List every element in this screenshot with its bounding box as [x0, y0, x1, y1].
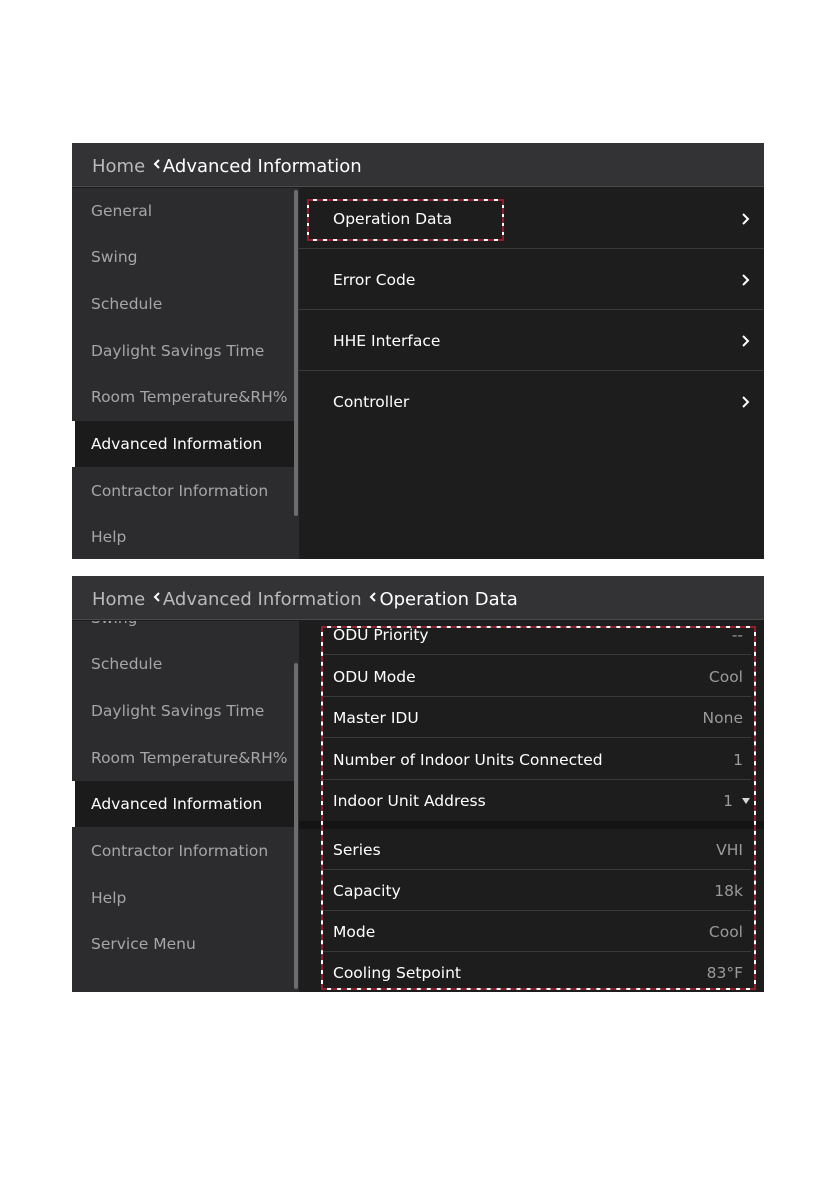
menu-item-label: HHE Interface	[333, 332, 441, 350]
data-label: Capacity	[333, 882, 401, 900]
operation-data-screen: Home Advanced Information Operation Data…	[72, 576, 764, 992]
sidebar-item-schedule[interactable]: Schedule	[72, 641, 294, 687]
chevron-right-icon	[742, 213, 750, 225]
menu-item-operation-data[interactable]: Operation Data	[299, 188, 764, 249]
data-value: 83°F	[706, 964, 743, 982]
chevron-left-icon	[153, 592, 160, 602]
menu-item-label: Controller	[333, 393, 410, 411]
caret-down-icon[interactable]	[741, 797, 751, 805]
chevron-right-icon	[742, 335, 750, 347]
data-label: Master IDU	[333, 709, 419, 727]
data-row-indoor-units-connected: Number of Indoor Units Connected 1	[321, 739, 751, 780]
data-row-master-idu: Master IDU None	[321, 697, 751, 738]
sidebar-item-contractor-information[interactable]: Contractor Information	[72, 828, 294, 874]
header-bar: Home Advanced Information Operation Data	[72, 576, 764, 620]
data-value: Cool	[708, 668, 743, 686]
chevron-right-icon	[742, 274, 750, 286]
sidebar-item-schedule[interactable]: Schedule	[72, 281, 294, 327]
sidebar-item-swing[interactable]: Swing	[72, 621, 294, 641]
breadcrumb-home[interactable]: Home	[92, 589, 145, 610]
sidebar-item-room-temperature[interactable]: Room Temperature&RH%	[72, 735, 294, 781]
data-label: Series	[333, 841, 381, 859]
data-value: None	[702, 709, 743, 727]
sidebar-scrollbar[interactable]	[294, 190, 298, 516]
chevron-right-icon	[742, 396, 750, 408]
sidebar-item-daylight-savings-time[interactable]: Daylight Savings Time	[72, 688, 294, 734]
sidebar: Swing Schedule Daylight Savings Time Roo…	[72, 621, 299, 992]
group-divider	[299, 821, 764, 829]
data-row-odu-mode: ODU Mode Cool	[321, 656, 751, 697]
data-label: Mode	[333, 923, 376, 941]
sidebar-item-swing[interactable]: Swing	[72, 234, 294, 280]
data-value: 1	[723, 792, 733, 810]
sidebar: General Swing Schedule Daylight Savings …	[72, 188, 299, 559]
data-row-capacity: Capacity 18k	[321, 870, 751, 911]
breadcrumb: Home Advanced Information	[92, 143, 362, 187]
breadcrumb-home[interactable]: Home	[92, 156, 145, 177]
breadcrumb-advanced-information: Advanced Information	[162, 156, 362, 177]
sidebar-item-room-temperature[interactable]: Room Temperature&RH%	[72, 374, 294, 420]
menu-item-controller[interactable]: Controller	[299, 371, 764, 432]
data-value: --	[731, 626, 743, 644]
breadcrumb-advanced-information[interactable]: Advanced Information	[163, 589, 362, 610]
sidebar-scrollbar[interactable]	[294, 663, 298, 989]
header-bar: Home Advanced Information	[72, 143, 764, 187]
breadcrumb-operation-data: Operation Data	[379, 589, 518, 610]
data-row-series: Series VHI	[321, 829, 751, 870]
breadcrumb: Home Advanced Information Operation Data	[92, 576, 518, 620]
sidebar-item-help[interactable]: Help	[72, 514, 294, 559]
data-row-indoor-unit-address[interactable]: Indoor Unit Address 1	[321, 780, 751, 821]
data-label: Number of Indoor Units Connected	[333, 751, 603, 769]
data-value: 1	[733, 751, 743, 769]
menu-item-hhe-interface[interactable]: HHE Interface	[299, 310, 764, 371]
menu-item-label: Operation Data	[333, 210, 453, 228]
sidebar-item-advanced-information[interactable]: Advanced Information	[72, 421, 294, 467]
menu-item-error-code[interactable]: Error Code	[299, 249, 764, 310]
data-value: 18k	[714, 882, 743, 900]
operation-data-list: ODU Priority -- ODU Mode Cool Master IDU…	[299, 621, 764, 992]
sidebar-item-help[interactable]: Help	[72, 875, 294, 921]
sidebar-item-general[interactable]: General	[72, 188, 294, 234]
data-label: ODU Mode	[333, 668, 416, 686]
data-label: Cooling Setpoint	[333, 964, 461, 982]
menu-item-label: Error Code	[333, 271, 416, 289]
data-value: VHI	[716, 841, 743, 859]
data-value: Cool	[708, 923, 743, 941]
data-row-mode: Mode Cool	[321, 911, 751, 952]
data-row-cooling-setpoint: Cooling Setpoint 83°F	[321, 952, 751, 992]
data-label: Indoor Unit Address	[333, 792, 486, 810]
sidebar-item-advanced-information[interactable]: Advanced Information	[72, 781, 294, 827]
advanced-information-menu: Operation Data Error Code HHE Interface …	[299, 188, 764, 559]
sidebar-item-daylight-savings-time[interactable]: Daylight Savings Time	[72, 328, 294, 374]
chevron-left-icon	[153, 159, 160, 169]
data-row-odu-priority: ODU Priority --	[321, 621, 751, 655]
sidebar-item-contractor-information[interactable]: Contractor Information	[72, 468, 294, 514]
data-label: ODU Priority	[333, 626, 429, 644]
chevron-left-icon	[370, 592, 377, 602]
sidebar-item-service-menu[interactable]: Service Menu	[72, 921, 294, 967]
advanced-information-screen: Home Advanced Information General Swing …	[72, 143, 764, 559]
